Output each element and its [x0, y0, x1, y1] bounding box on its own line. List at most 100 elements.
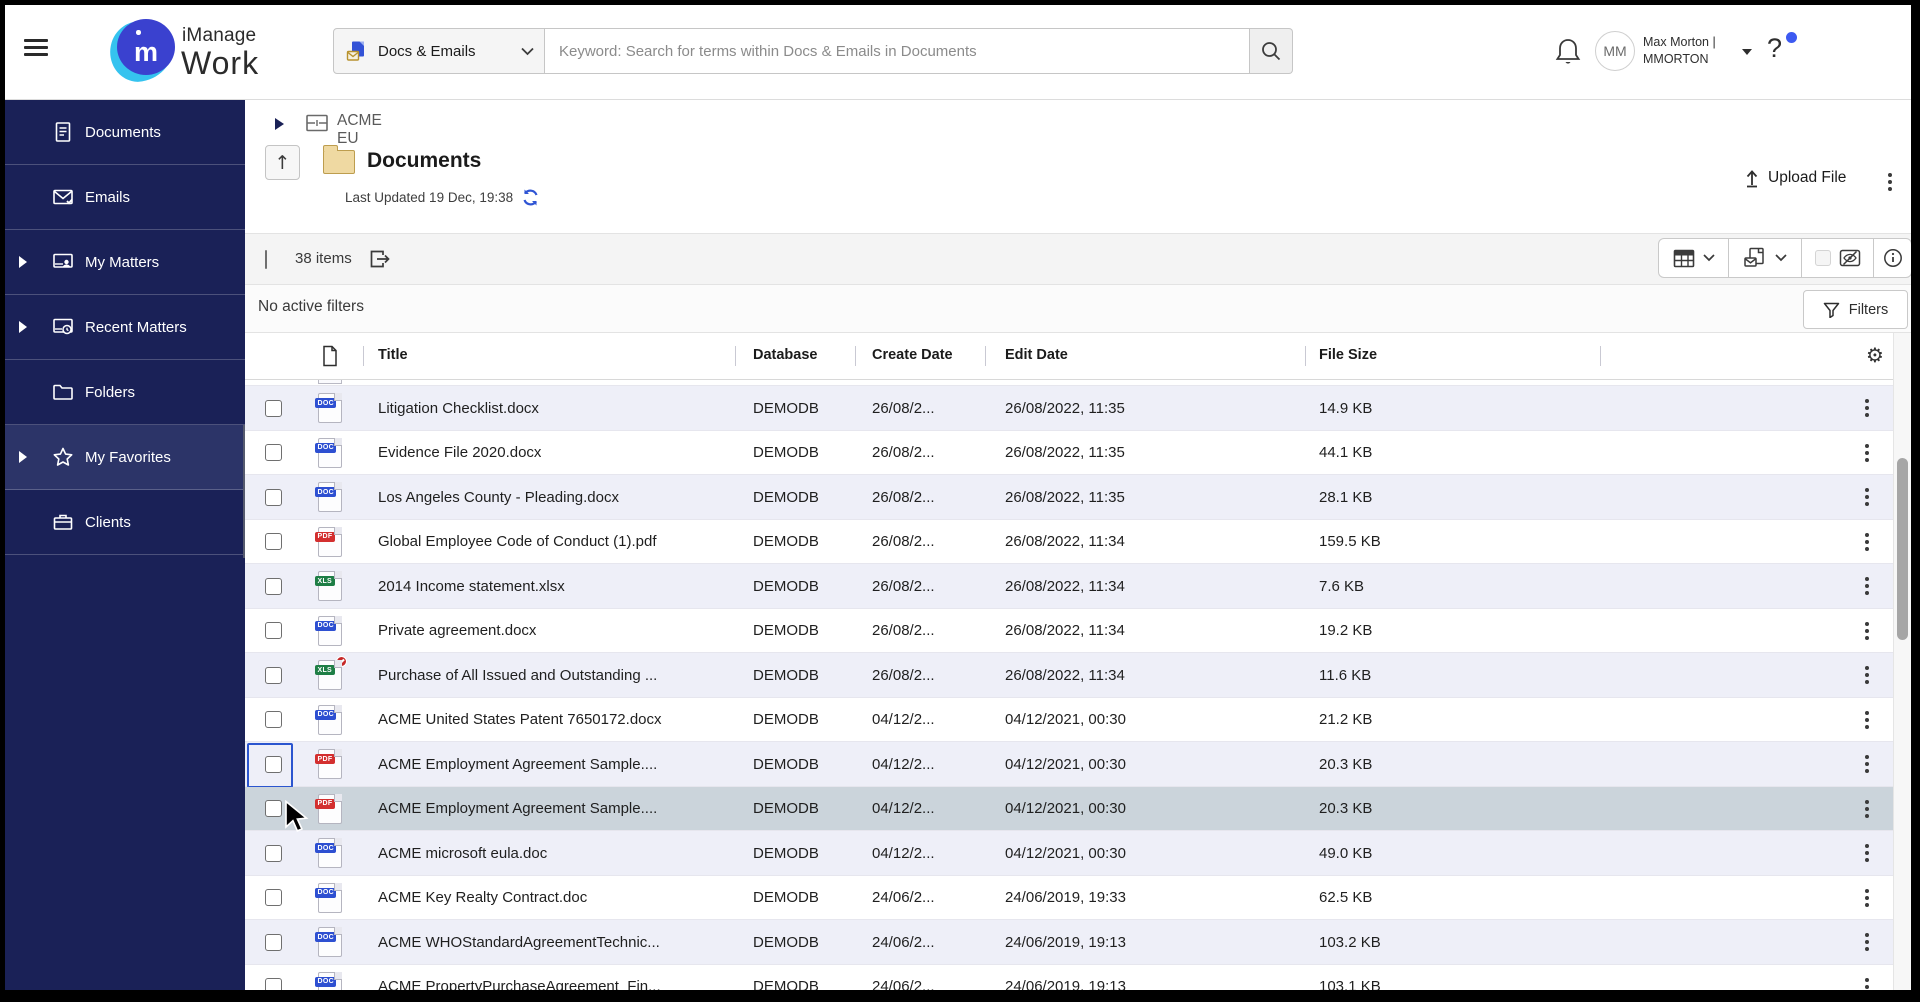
column-header-edit-date[interactable]: Edit Date: [1005, 347, 1068, 363]
row-menu-button[interactable]: [1865, 520, 1869, 565]
row-checkbox[interactable]: [265, 755, 282, 773]
page-menu-button[interactable]: [1881, 170, 1899, 192]
row-menu-button[interactable]: [1865, 831, 1869, 876]
row-checkbox[interactable]: [265, 622, 282, 640]
preview-checkbox[interactable]: [1814, 250, 1831, 266]
search-scope-dropdown[interactable]: Docs & Emails: [333, 28, 545, 74]
preview-hidden-icon[interactable]: [1839, 248, 1861, 268]
column-header-title[interactable]: Title: [378, 347, 408, 363]
table-row[interactable]: DOC ACME United States Patent 7650172.do…: [245, 697, 1893, 743]
document-title[interactable]: Litigation Checklist.docx: [378, 386, 539, 431]
row-menu-button[interactable]: [1865, 787, 1869, 832]
vertical-scrollbar[interactable]: [1893, 333, 1911, 990]
row-checkbox[interactable]: [265, 889, 282, 907]
document-title[interactable]: ACME PropertyPurchaseAgreement_Fin...: [378, 965, 661, 990]
table-row[interactable]: DOC ACME Key Realty Contract.doc DEMODB …: [245, 875, 1893, 921]
table-row[interactable]: XLS Purchase of All Issued and Outstandi…: [245, 653, 1893, 698]
row-checkbox[interactable]: [265, 666, 282, 684]
sidebar-item-clients[interactable]: Clients: [5, 490, 245, 555]
sidebar-item-my-matters[interactable]: My Matters: [5, 230, 245, 295]
table-row[interactable]: XLS 2014 Income statement.xlsx DEMODB 26…: [245, 564, 1893, 609]
document-title[interactable]: ACME United States Patent 7650172.docx: [378, 698, 662, 743]
document-title[interactable]: Purchase of All Issued and Outstanding .…: [378, 653, 657, 698]
document-title[interactable]: Evidence File 2020.docx: [378, 431, 541, 476]
column-settings-gear-icon[interactable]: ⚙: [1866, 343, 1884, 367]
row-menu-button[interactable]: [1865, 965, 1869, 991]
table-view-dropdown[interactable]: [1659, 239, 1729, 277]
column-header-database[interactable]: Database: [753, 347, 817, 363]
row-checkbox[interactable]: [265, 533, 282, 551]
imanage-work-logo[interactable]: m iManage Work: [105, 15, 280, 87]
document-title[interactable]: ACME Key Realty Contract.doc: [378, 876, 587, 921]
row-menu-button[interactable]: [1865, 653, 1869, 698]
refresh-icon[interactable]: [521, 188, 540, 207]
user-menu-caret-icon[interactable]: [1742, 49, 1752, 55]
table-row[interactable]: PDF ACME Employment Agreement Sample....…: [245, 742, 1893, 788]
sidebar-item-icon: [51, 315, 75, 339]
table-row[interactable]: DOC Private agreement.docx DEMODB 26/08/…: [245, 608, 1893, 654]
row-checkbox[interactable]: [265, 444, 282, 462]
row-checkbox[interactable]: [265, 978, 282, 990]
column-header-file-size[interactable]: File Size: [1319, 347, 1377, 363]
search-button[interactable]: [1250, 28, 1293, 74]
row-menu-button[interactable]: [1865, 431, 1869, 476]
email-view-dropdown[interactable]: [1729, 239, 1802, 277]
document-title[interactable]: ACME Employment Agreement Sample....: [378, 787, 657, 832]
row-checkbox[interactable]: [265, 933, 282, 951]
help-icon[interactable]: ?: [1767, 33, 1782, 64]
row-menu-button[interactable]: [1865, 698, 1869, 743]
table-row[interactable]: DOC ACME WHOStandardAgreementTechnic... …: [245, 920, 1893, 965]
user-name[interactable]: Max Morton | MMORTON: [1643, 34, 1716, 68]
row-checkbox[interactable]: [265, 488, 282, 506]
document-title[interactable]: Global Employee Code of Conduct (1).pdf: [378, 520, 657, 565]
table-row[interactable]: PDF ACME Employment Agreement Sample....…: [245, 786, 1893, 832]
notifications-bell-icon[interactable]: [1553, 36, 1583, 68]
active-filters-status: No active filters: [258, 298, 364, 315]
table-row[interactable]: DOC ACME microsoft eula.doc DEMODB 04/12…: [245, 831, 1893, 876]
row-menu-button[interactable]: [1865, 475, 1869, 520]
user-avatar[interactable]: MM: [1595, 31, 1635, 71]
table-row[interactable]: DOC ACME PropertyPurchaseAgreement_Fin..…: [245, 964, 1893, 991]
sidebar-item-emails[interactable]: Emails: [5, 165, 245, 230]
scrollbar-thumb[interactable]: [1897, 458, 1908, 640]
hamburger-menu-icon[interactable]: [24, 39, 48, 57]
row-checkbox[interactable]: [265, 800, 282, 818]
export-icon[interactable]: [369, 249, 391, 269]
navigate-up-button[interactable]: ↑: [265, 145, 300, 180]
document-title[interactable]: Los Angeles County - Pleading.docx: [378, 475, 619, 520]
row-menu-button[interactable]: [1865, 609, 1869, 654]
row-menu-button[interactable]: [1865, 742, 1869, 787]
table-row[interactable]: PDF Global Employee Code of Conduct (1).…: [245, 519, 1893, 565]
row-checkbox[interactable]: [265, 844, 282, 862]
select-all-checkbox[interactable]: [265, 250, 267, 269]
row-menu-button[interactable]: [1865, 876, 1869, 921]
workspace-expand-caret-icon[interactable]: [275, 118, 284, 130]
sidebar-item-my-favorites[interactable]: My Favorites: [5, 425, 245, 490]
row-menu-button[interactable]: [1865, 564, 1869, 609]
document-title[interactable]: ACME WHOStandardAgreementTechnic...: [378, 920, 660, 965]
document-title[interactable]: ACME microsoft eula.doc: [378, 831, 547, 876]
search-input[interactable]: [545, 28, 1250, 74]
document-title[interactable]: 2014 Income statement.xlsx: [378, 564, 565, 609]
document-title[interactable]: Private agreement.docx: [378, 609, 536, 654]
info-panel-button[interactable]: [1874, 239, 1911, 277]
row-checkbox[interactable]: [265, 711, 282, 729]
document-title[interactable]: ACME Employment Agreement Sample....: [378, 742, 657, 787]
column-header-create-date[interactable]: Create Date: [872, 347, 953, 363]
sidebar-item-documents[interactable]: Documents: [5, 100, 245, 165]
sidebar-item-recent-matters[interactable]: Recent Matters: [5, 295, 245, 360]
expand-arrow-icon[interactable]: [19, 321, 27, 333]
expand-arrow-icon[interactable]: [19, 451, 27, 463]
row-menu-button[interactable]: [1865, 920, 1869, 965]
row-checkbox[interactable]: [265, 399, 282, 417]
table-row[interactable]: DOC Litigation Checklist.docx DEMODB 26/…: [245, 386, 1893, 431]
expand-arrow-icon[interactable]: [19, 256, 27, 268]
breadcrumb-workspace-name[interactable]: ACME EU: [337, 112, 382, 148]
filters-button[interactable]: Filters: [1803, 290, 1908, 329]
upload-file-button[interactable]: Upload File: [1743, 168, 1846, 188]
table-row[interactable]: DOC Los Angeles County - Pleading.docx D…: [245, 475, 1893, 520]
table-row[interactable]: DOC Evidence File 2020.docx DEMODB 26/08…: [245, 430, 1893, 476]
row-menu-button[interactable]: [1865, 386, 1869, 431]
row-checkbox[interactable]: [265, 577, 282, 595]
sidebar-item-folders[interactable]: Folders: [5, 360, 245, 425]
